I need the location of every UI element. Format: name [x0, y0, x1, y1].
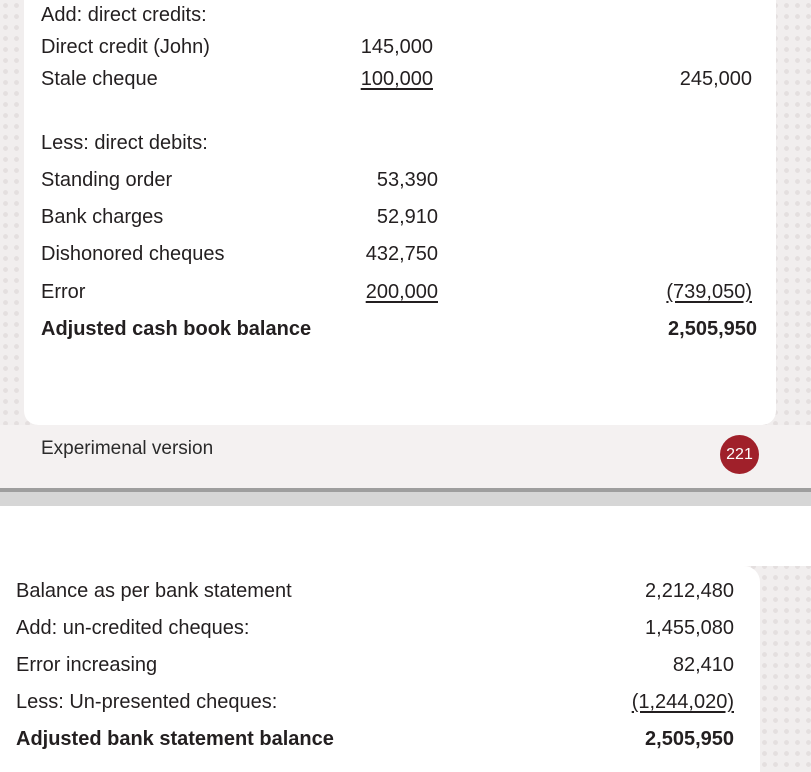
page-divider	[0, 488, 811, 506]
error-increasing-amount: 82,410	[672, 654, 734, 676]
bank-statement-balance-amount: 2,212,480	[645, 580, 734, 602]
page-number-badge: 221	[720, 435, 759, 474]
error-amount: 200,000	[365, 281, 438, 303]
adjusted-bank-statement-label: Adjusted bank statement balance	[16, 728, 334, 750]
adjusted-bank-statement-amount: 2,505,950	[645, 728, 734, 750]
standing-order-amount: 53,390	[376, 169, 438, 191]
dishonored-cheques-label: Dishonored cheques	[41, 243, 225, 265]
bank-charges-label: Bank charges	[41, 206, 164, 228]
uncredited-cheques-amount: 1,455,080	[645, 617, 734, 639]
adjusted-cash-book-amount: 2,505,950	[668, 318, 757, 340]
unpresented-cheques-amount: (1,244,020)	[631, 691, 734, 713]
uncredited-cheques-label: Add: un-credited cheques:	[16, 617, 250, 639]
error-increasing-label: Error increasing	[16, 654, 158, 676]
direct-debits-total: (739,050)	[666, 281, 752, 303]
direct-credits-total: 245,000	[679, 68, 752, 90]
add-direct-credits-heading: Add: direct credits:	[41, 4, 207, 26]
direct-credit-label: Direct credit (John)	[41, 36, 210, 58]
bank-statement-balance-label: Balance as per bank statement	[16, 580, 292, 602]
less-direct-debits-heading: Less: direct debits:	[41, 132, 208, 154]
dishonored-cheques-amount: 432,750	[365, 243, 438, 265]
unpresented-cheques-label: Less: Un-presented cheques:	[16, 691, 278, 713]
direct-credit-amount: 145,000	[360, 36, 433, 58]
footer-version-label: Experimenal version	[41, 438, 214, 459]
page-gap	[0, 506, 811, 566]
error-label: Error	[41, 281, 86, 303]
bank-charges-amount: 52,910	[376, 206, 438, 228]
standing-order-label: Standing order	[41, 169, 173, 191]
stale-cheque-label: Stale cheque	[41, 68, 158, 90]
stale-cheque-amount: 100,000	[360, 68, 433, 90]
adjusted-cash-book-label: Adjusted cash book balance	[41, 318, 312, 340]
